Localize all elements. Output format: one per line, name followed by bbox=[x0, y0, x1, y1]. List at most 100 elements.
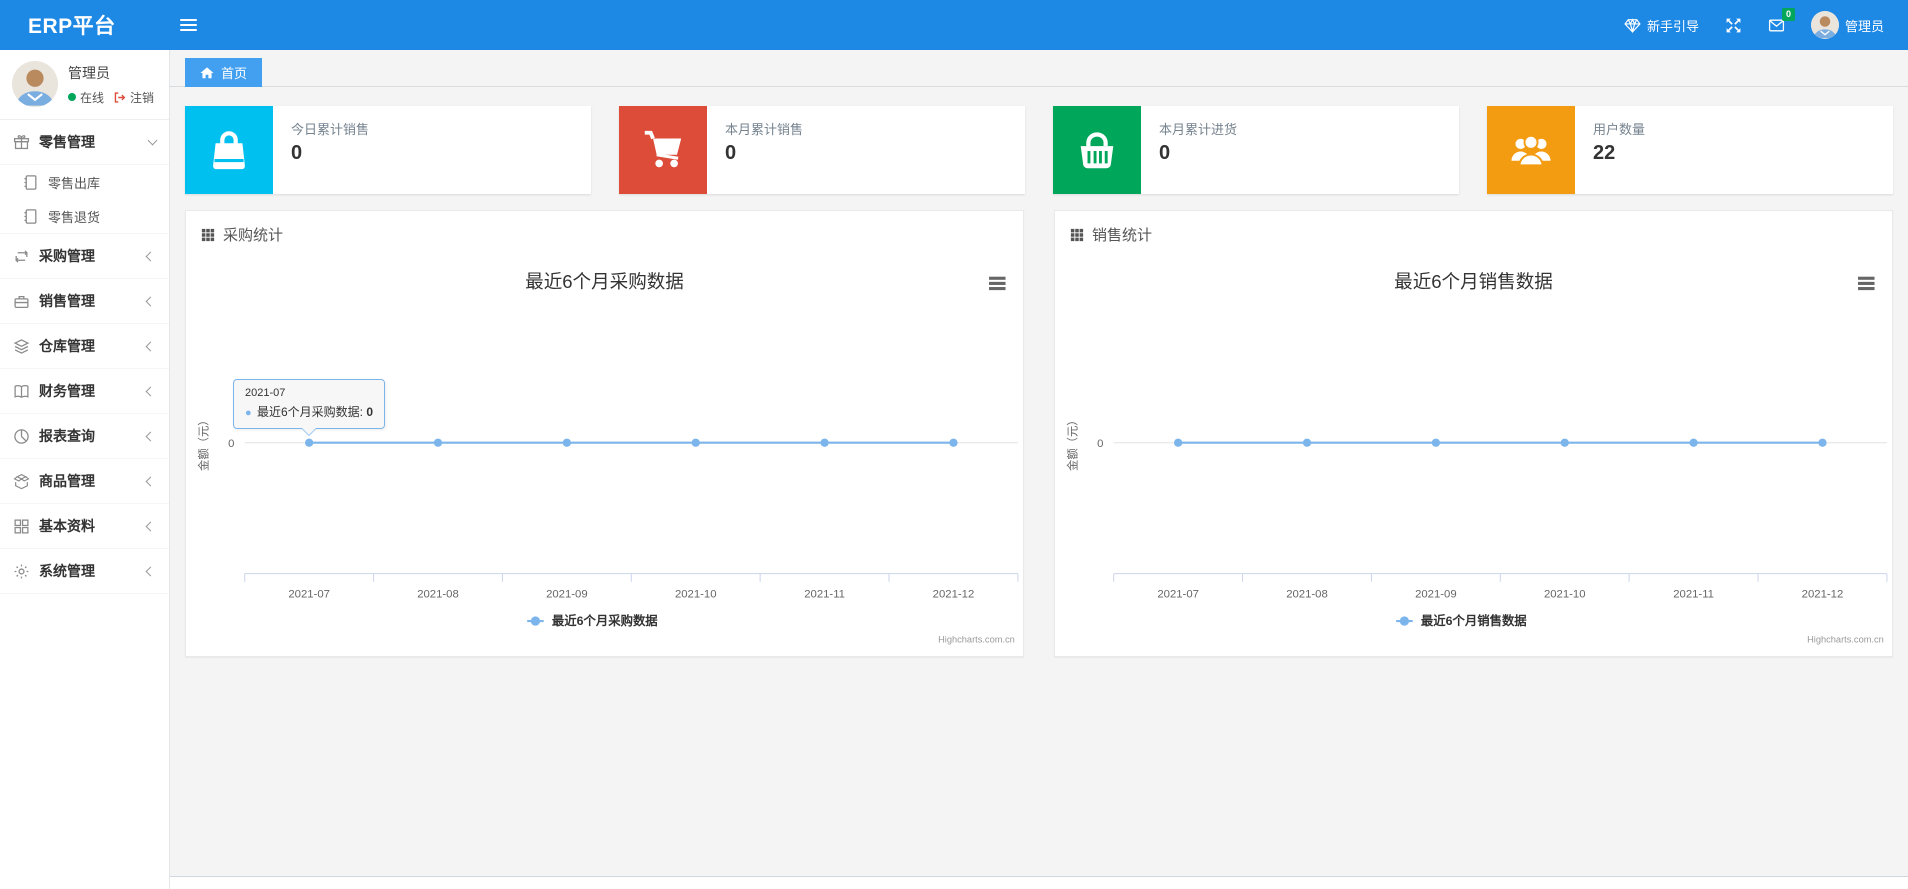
panel-header: 采购统计 bbox=[186, 211, 1023, 251]
x-axis-tick-label: 2021-08 bbox=[417, 588, 459, 600]
highcharts-credit[interactable]: Highcharts.com.cn bbox=[1807, 635, 1884, 645]
legend-label: 最近6个月采购数据 bbox=[552, 613, 658, 628]
data-point bbox=[1818, 438, 1827, 447]
sidebar-submenu: 零售出库零售退货 bbox=[0, 165, 169, 234]
panel-title: 采购统计 bbox=[223, 227, 284, 244]
sidebar-item-1[interactable]: 采购管理 bbox=[0, 234, 169, 279]
chart-area: 最近6个月销售数据 金额（元） 0 2021-07 2021-08 2021-09 2021… bbox=[1055, 251, 1892, 656]
sidebar-item-label: 仓库管理 bbox=[39, 338, 95, 354]
message-count-badge: 0 bbox=[1781, 7, 1795, 21]
user-menu[interactable]: 管理员 bbox=[1810, 11, 1884, 39]
panel-sales-stats: 销售统计 最近6个月销售数据 金额（元） 0 2021-07 2021-08 2021-09… bbox=[1054, 210, 1893, 657]
chart-area: 最近6个月采购数据 金额（元） 0 2021-07 2021-08 2021-09 2021… bbox=[186, 251, 1023, 656]
chevron-left-icon bbox=[145, 251, 156, 261]
tab-bar: 首页 bbox=[170, 50, 1908, 87]
top-navbar: ERP平台 新手引导 0 管理员 bbox=[0, 0, 1908, 50]
y-axis-tick-label: 0 bbox=[1097, 438, 1103, 450]
logout-icon bbox=[113, 91, 126, 104]
th-grid-icon bbox=[201, 228, 215, 242]
chart-export-menu-icon[interactable] bbox=[989, 276, 1006, 291]
sidebar-item-label: 商品管理 bbox=[39, 473, 95, 489]
x-axis-tick-label: 2021-11 bbox=[1673, 588, 1714, 600]
fullscreen-button[interactable] bbox=[1725, 17, 1742, 34]
sidebar-item-label: 销售管理 bbox=[39, 293, 95, 309]
sidebar-item-7[interactable]: 基本资料 bbox=[0, 504, 169, 549]
sidebar-item-label: 基本资料 bbox=[39, 518, 95, 534]
sidebar-item-3[interactable]: 仓库管理 bbox=[0, 324, 169, 369]
chart-export-menu-icon[interactable] bbox=[1858, 276, 1875, 291]
gear-icon bbox=[13, 563, 30, 580]
stat-card-2: 本月累计进货 0 bbox=[1053, 106, 1459, 194]
y-axis-title: 金额（元） bbox=[1066, 414, 1080, 471]
highcharts-credit[interactable]: Highcharts.com.cn bbox=[938, 635, 1015, 645]
messages-button[interactable]: 0 bbox=[1768, 7, 1795, 34]
layers-icon bbox=[13, 338, 30, 355]
sidebar-item-0[interactable]: 零售管理 bbox=[0, 120, 169, 165]
notebook-icon bbox=[22, 208, 39, 225]
stat-card-label: 本月累计销售 bbox=[725, 122, 804, 137]
chevron-left-icon bbox=[145, 386, 156, 396]
main-content: 首页 今日累计销售 0 本月累计销售 0 本月累计进货 0 用户数量 22 采购统计 最近6个月… bbox=[170, 50, 1908, 876]
y-axis-title: 金额（元） bbox=[197, 414, 211, 471]
chart-title: 最近6个月采购数据 bbox=[525, 271, 684, 292]
notebook-icon bbox=[22, 174, 39, 191]
th-grid-icon bbox=[1070, 228, 1084, 242]
navbar-user-name: 管理员 bbox=[1844, 18, 1884, 34]
data-point bbox=[691, 438, 700, 447]
x-axis-tick-label: 2021-08 bbox=[1286, 588, 1328, 600]
series-line[interactable] bbox=[1174, 438, 1827, 447]
data-point bbox=[820, 438, 829, 447]
stat-card-label: 用户数量 bbox=[1593, 122, 1646, 137]
panel-purchase-stats: 采购统计 最近6个月采购数据 金额（元） 0 2021-07 2021-08 2021-09… bbox=[185, 210, 1024, 657]
legend-label: 最近6个月销售数据 bbox=[1421, 613, 1527, 628]
data-point bbox=[305, 438, 314, 447]
grid-icon bbox=[13, 518, 30, 535]
avatar bbox=[12, 61, 58, 107]
panel-title: 销售统计 bbox=[1092, 227, 1153, 244]
sidebar-item-8[interactable]: 系统管理 bbox=[0, 549, 169, 594]
sidebar-item-label: 采购管理 bbox=[39, 248, 95, 264]
stat-card-value: 0 bbox=[1159, 142, 1171, 164]
shopping-bag-icon bbox=[185, 106, 273, 194]
home-icon bbox=[200, 66, 214, 80]
x-axis-tick-label: 2021-07 bbox=[1157, 588, 1199, 600]
sidebar-item-6[interactable]: 商品管理 bbox=[0, 459, 169, 504]
chart-tooltip: 2021-07 ● 最近6个月采购数据: 0 bbox=[233, 379, 386, 436]
guide-button[interactable]: 新手引导 bbox=[1624, 16, 1699, 35]
panel-header: 销售统计 bbox=[1055, 211, 1892, 251]
tab-home[interactable]: 首页 bbox=[185, 58, 263, 87]
tooltip-value-row: ● 最近6个月采购数据: 0 bbox=[245, 405, 374, 419]
sidebar-subitem[interactable]: 零售出库 bbox=[0, 165, 169, 199]
sidebar-toggle-button[interactable] bbox=[170, 11, 207, 39]
ledger-icon bbox=[13, 383, 30, 400]
data-point bbox=[1302, 438, 1312, 447]
logout-link[interactable]: 注销 bbox=[130, 89, 154, 106]
users-icon bbox=[1487, 106, 1575, 194]
sidebar-subitem-label: 零售退货 bbox=[48, 209, 101, 225]
x-axis-tick-label: 2021-10 bbox=[675, 588, 717, 600]
chart-title: 最近6个月销售数据 bbox=[1394, 271, 1553, 292]
data-point bbox=[433, 438, 443, 447]
x-axis-tick-label: 2021-07 bbox=[288, 588, 330, 600]
chart-legend[interactable]: 最近6个月销售数据 bbox=[1396, 613, 1527, 628]
stat-card-label: 今日累计销售 bbox=[291, 122, 370, 137]
data-point bbox=[1431, 438, 1440, 447]
data-point bbox=[562, 438, 571, 447]
footer bbox=[170, 876, 1908, 889]
sidebar: 管理员 在线 注销 零售管理 零售出库 零售退货 采购管理 销售管理 仓库管理 财务管理 报表… bbox=[0, 50, 170, 889]
gift-icon bbox=[13, 134, 30, 151]
sidebar-item-5[interactable]: 报表查询 bbox=[0, 414, 169, 459]
cart-icon bbox=[619, 106, 707, 194]
stat-card-1: 本月累计销售 0 bbox=[619, 106, 1025, 194]
chevron-left-icon bbox=[145, 341, 156, 351]
sidebar-subitem[interactable]: 零售退货 bbox=[0, 199, 169, 233]
sidebar-item-2[interactable]: 销售管理 bbox=[0, 279, 169, 324]
brand-logo[interactable]: ERP平台 bbox=[0, 10, 170, 40]
chart-legend[interactable]: 最近6个月采购数据 bbox=[527, 613, 658, 628]
sidebar-menu: 零售管理 零售出库零售退货采购管理销售管理仓库管理财务管理 报表查询商品管理基本资料… bbox=[0, 120, 169, 594]
gem-icon bbox=[1624, 17, 1641, 34]
series-line[interactable] bbox=[305, 438, 958, 447]
x-axis-tick-label: 2021-12 bbox=[1802, 588, 1844, 600]
sidebar-item-4[interactable]: 财务管理 bbox=[0, 369, 169, 414]
x-axis-tick-label: 2021-10 bbox=[1544, 588, 1586, 600]
